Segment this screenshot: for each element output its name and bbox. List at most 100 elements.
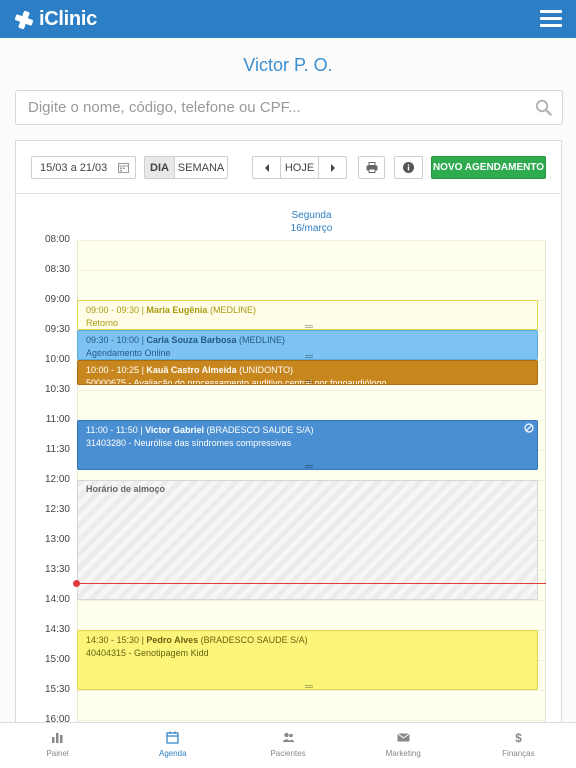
resize-handle[interactable]: [305, 465, 313, 468]
info-icon: [403, 162, 414, 173]
search-icon[interactable]: [535, 99, 552, 116]
tab-label: Pacientes: [270, 749, 306, 758]
appointment-header: 14:30 - 15:30 | Pedro Alves (BRADESCO SA…: [86, 634, 529, 647]
time-slot-label: 11:00: [45, 414, 70, 425]
appointment-patient: Kauã Castro Almeida: [146, 365, 237, 375]
tab-label: Painel: [46, 749, 69, 758]
time-slot-label: 12:00: [44, 474, 70, 485]
tab-financas[interactable]: $ Finanças: [461, 723, 576, 768]
new-appointment-button[interactable]: NOVO AGENDAMENTO: [431, 156, 546, 179]
appointment-separator: |: [141, 365, 144, 375]
day-header[interactable]: Segunda 16/março: [77, 209, 546, 235]
tab-label: Marketing: [385, 749, 421, 758]
doctor-name: Victor P. O.: [243, 55, 333, 75]
day-date: 16/março: [290, 223, 333, 234]
today-button[interactable]: HOJE: [280, 156, 319, 179]
bar-chart-icon: [52, 733, 63, 743]
time-gridline: [77, 390, 546, 391]
appointment-detail: Agendamento Online: [86, 348, 171, 358]
time-slot-label: 08:30: [44, 264, 70, 275]
svg-text:$: $: [515, 731, 522, 744]
lunch-label: Horário de almoço: [86, 484, 166, 494]
appointment-insurance: (BRADESCO SAUDE S/A): [206, 425, 314, 435]
patient-search: [15, 90, 563, 125]
appointment-separator: |: [141, 305, 144, 315]
tab-marketing[interactable]: Marketing: [346, 723, 461, 768]
hamburger-menu-icon[interactable]: [540, 10, 562, 28]
resize-handle[interactable]: [305, 685, 313, 688]
date-range-picker[interactable]: 15/03 a 21/03: [31, 156, 136, 179]
search-input[interactable]: [16, 91, 526, 124]
lunch-block: Horário de almoço: [77, 480, 538, 600]
time-gridline: [77, 690, 546, 691]
appointment-detail: 40404315 - Genotipagem Kidd: [86, 648, 209, 658]
previous-day-button[interactable]: [252, 156, 281, 179]
tab-label: Finanças: [502, 749, 535, 758]
bottom-tab-bar: Painel Agenda Pacientes Marketing $ Fina…: [0, 722, 576, 768]
appointment-insurance: (UNIDONTO): [239, 365, 293, 375]
appointment-separator: |: [140, 425, 143, 435]
appointment-card[interactable]: 09:00 - 09:30 | Maria Eugênia (MEDLINE) R…: [77, 300, 538, 330]
time-slot-label: 15:30: [44, 684, 70, 695]
time-slot-label: 15:00: [44, 654, 70, 665]
time-slot-label: 11:30: [45, 444, 70, 455]
time-slot-label: 10:30: [44, 384, 70, 395]
print-button[interactable]: [358, 156, 385, 179]
appointment-separator: |: [141, 635, 144, 645]
appointment-patient: Carla Souza Barbosa: [146, 335, 237, 345]
appointment-patient: Victor Gabriel: [145, 425, 204, 435]
date-range-value: 15/03 a 21/03: [40, 161, 108, 174]
cancel-circle-icon[interactable]: [524, 423, 534, 433]
appointment-separator: |: [141, 335, 144, 345]
time-slot-label: 14:00: [44, 594, 70, 605]
appointment-insurance: (MEDLINE): [238, 335, 285, 345]
users-icon: [282, 732, 294, 742]
appointment-patient: Maria Eugênia: [146, 305, 208, 315]
appointment-header: 11:00 - 11:50 | Victor Gabriel (BRADESCO…: [86, 424, 529, 437]
tab-label: Agenda: [159, 749, 187, 758]
top-bar: iClinic: [0, 0, 576, 38]
tab-pacientes[interactable]: Pacientes: [230, 723, 345, 768]
appointment-time: 09:00 - 09:30: [86, 305, 140, 315]
calendar-icon: [166, 731, 179, 744]
resize-handle[interactable]: [305, 380, 313, 383]
info-button[interactable]: [394, 156, 423, 179]
app-logo[interactable]: iClinic: [14, 8, 97, 31]
appointment-card[interactable]: 09:30 - 10:00 | Carla Souza Barbosa (MED…: [77, 330, 538, 360]
appointment-card[interactable]: 14:30 - 15:30 | Pedro Alves (BRADESCO SA…: [77, 630, 538, 690]
time-slot-label: 08:00: [44, 234, 70, 245]
view-day-button[interactable]: DIA: [144, 156, 175, 179]
resize-handle[interactable]: [305, 355, 313, 358]
time-slot-label: 13:30: [44, 564, 70, 575]
appointment-header: 09:00 - 09:30 | Maria Eugênia (MEDLINE): [86, 304, 529, 317]
time-slot-label: 10:00: [44, 354, 70, 365]
time-slot-label: 09:00: [44, 294, 70, 305]
appointment-insurance: (MEDLINE): [209, 305, 256, 315]
tab-agenda[interactable]: Agenda: [115, 723, 230, 768]
appointment-header: 09:30 - 10:00 | Carla Souza Barbosa (MED…: [86, 334, 529, 347]
resize-handle[interactable]: [305, 325, 313, 328]
tab-painel[interactable]: Painel: [0, 723, 115, 768]
appointment-card[interactable]: 10:00 - 10:25 | Kauã Castro Almeida (UNI…: [77, 360, 538, 385]
time-gridline: [77, 270, 546, 271]
appointment-detail: 31403280 - Neurólise das síndromes compr…: [86, 438, 292, 448]
printer-icon: [366, 162, 377, 173]
dollar-icon: $: [515, 731, 522, 744]
view-week-button[interactable]: SEMANA: [174, 156, 228, 179]
time-slot-label: 13:00: [44, 534, 70, 545]
app-name: iClinic: [39, 8, 97, 30]
appointment-header: 10:00 - 10:25 | Kauã Castro Almeida (UNI…: [86, 364, 529, 377]
appointment-time: 09:30 - 10:00: [86, 335, 140, 345]
appointment-insurance: (BRADESCO SAUDE S/A): [200, 635, 308, 645]
appointment-time: 11:00 - 11:50: [86, 425, 138, 435]
day-weekday: Segunda: [291, 210, 332, 221]
iclinic-logo-icon: [14, 10, 34, 30]
appointment-detail: Retorno: [86, 318, 119, 328]
appointment-patient: Pedro Alves: [146, 635, 199, 645]
calendar-icon: [118, 162, 129, 173]
time-slot-label: 12:30: [44, 504, 70, 515]
next-day-button[interactable]: [318, 156, 347, 179]
appointment-card[interactable]: 11:00 - 11:50 | Victor Gabriel (BRADESCO…: [77, 420, 538, 470]
caret-right-icon: [330, 163, 335, 172]
time-slot-label: 09:30: [44, 324, 70, 335]
